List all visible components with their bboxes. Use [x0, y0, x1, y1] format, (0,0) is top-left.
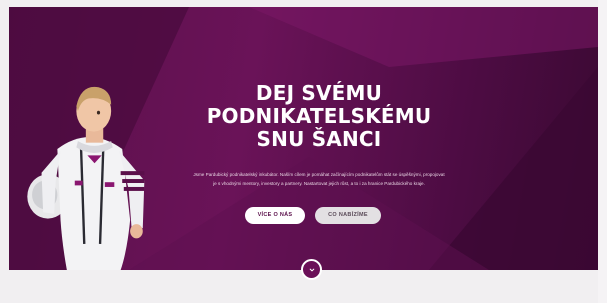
what-we-offer-button[interactable]: CO NABÍZÍME [315, 207, 381, 224]
about-us-button[interactable]: VÍCE O NÁS [245, 207, 305, 224]
chevron-down-icon [309, 268, 314, 271]
hero-description: Jsme Pardubický podnikatelský inkubátor.… [174, 170, 464, 188]
hero-title-line: PODNIKATELSKÉMU [206, 104, 432, 128]
hero-title-line: SNU ŠANCI [256, 127, 382, 151]
hero-title-line: DEJ SVÉMU [255, 81, 383, 105]
hero-section: DEJ SVÉMU PODNIKATELSKÉMU SNU ŠANCI Jsme… [9, 7, 598, 270]
scroll-down-button[interactable] [301, 259, 322, 280]
hero-description-line: Jsme Pardubický podnikatelský inkubátor.… [193, 172, 445, 177]
hero-description-line: je s vhodnými mentory, investory a partn… [213, 181, 425, 186]
hero-title: DEJ SVÉMU PODNIKATELSKÉMU SNU ŠANCI [169, 82, 469, 151]
astronaut-boy-image [27, 86, 145, 270]
page-edge [598, 0, 607, 303]
